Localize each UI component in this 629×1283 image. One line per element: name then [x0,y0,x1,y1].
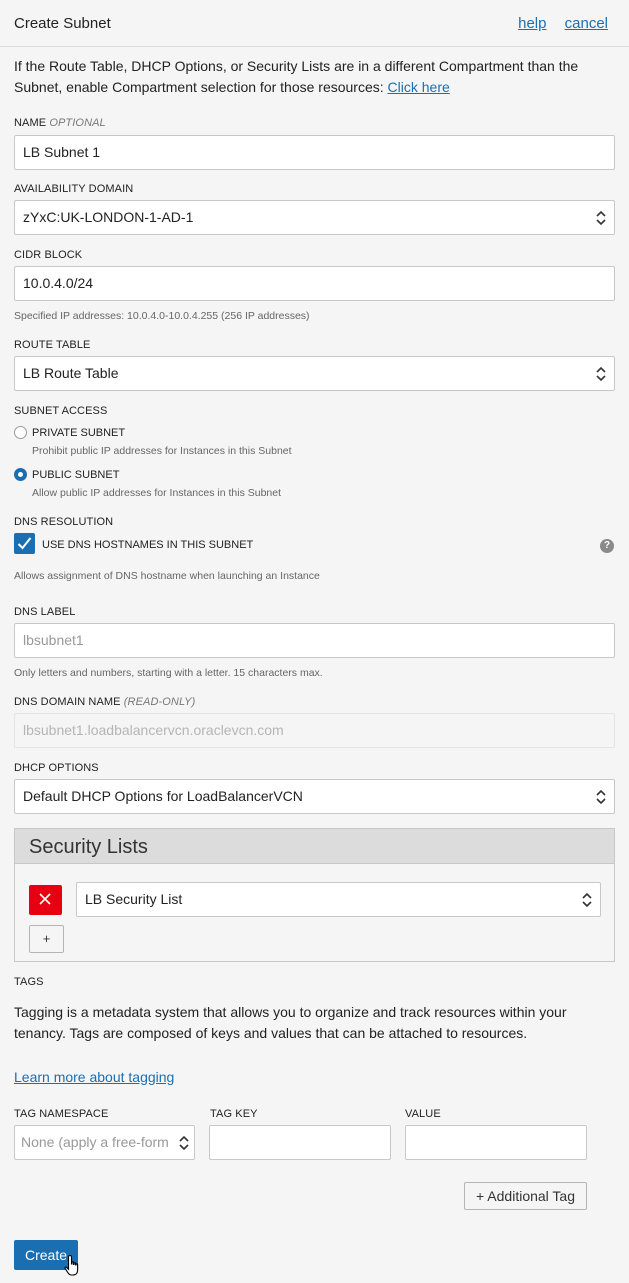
availability-domain-value: zYxC:UK-LONDON-1-AD-1 [23,209,194,225]
tags-label: TAGS [14,976,44,988]
private-subnet-help: Prohibit public IP addresses for Instanc… [32,445,292,457]
checkmark-icon [17,537,32,550]
dns-label-help: Only letters and numbers, starting with … [14,667,323,679]
help-question-icon[interactable]: ? [600,539,614,553]
cancel-link[interactable]: cancel [565,15,608,32]
dialog-title: Create Subnet [14,15,111,32]
dhcp-options-value: Default DHCP Options for LoadBalancerVCN [23,788,303,804]
availability-domain-select[interactable]: zYxC:UK-LONDON-1-AD-1 [14,200,615,235]
tag-namespace-value: None (apply a free-form [21,1134,169,1150]
route-table-label: ROUTE TABLE [14,339,91,351]
remove-security-list-button[interactable] [29,885,62,915]
security-lists-header: Security Lists [15,829,614,864]
learn-tagging-link[interactable]: Learn more about tagging [14,1069,174,1085]
dns-hostnames-label: USE DNS HOSTNAMES IN THIS SUBNET [42,539,254,551]
route-table-value: LB Route Table [23,365,119,381]
subnet-access-label: SUBNET ACCESS [14,405,108,417]
private-subnet-label: PRIVATE SUBNET [32,427,126,439]
add-security-list-button[interactable]: + [29,925,64,953]
tag-key-label: TAG KEY [210,1108,258,1120]
cidr-label: CIDR BLOCK [14,249,83,261]
name-label: NAME OPTIONAL [14,117,106,129]
public-subnet-radio[interactable] [14,468,27,481]
dns-domain-field: lbsubnet1.loadbalancervcn.oraclevcn.com [14,713,615,748]
tags-description: Tagging is a metadata system that allows… [14,1004,567,1041]
name-input[interactable]: LB Subnet 1 [14,135,615,170]
select-arrows-icon [596,209,606,227]
public-subnet-label: PUBLIC SUBNET [32,469,120,481]
dhcp-options-select[interactable]: Default DHCP Options for LoadBalancerVCN [14,779,615,814]
cidr-help: Specified IP addresses: 10.0.4.0-10.0.4.… [14,310,310,322]
compartment-intro: If the Route Table, DHCP Options, or Sec… [14,56,614,98]
tag-key-input[interactable] [209,1125,391,1160]
additional-tag-button[interactable]: + Additional Tag [464,1182,587,1210]
enable-compartment-link[interactable]: Click here [388,79,450,95]
tag-value-input[interactable] [405,1125,587,1160]
help-link[interactable]: help [518,15,546,32]
readonly-hint: (READ-ONLY) [123,696,196,708]
hand-cursor-icon [64,1254,82,1283]
tag-namespace-label: TAG NAMESPACE [14,1108,109,1120]
private-subnet-radio[interactable] [14,426,27,439]
select-arrows-icon [596,788,606,806]
name-label-text: NAME [14,117,47,129]
dialog-header: Create Subnet help cancel [0,0,629,47]
tag-namespace-select[interactable]: None (apply a free-form [14,1125,195,1160]
route-table-select[interactable]: LB Route Table [14,356,615,391]
dns-domain-label: DNS DOMAIN NAME (READ-ONLY) [14,696,195,708]
cidr-input[interactable]: 10.0.4.0/24 [14,266,615,301]
dns-resolution-help: Allows assignment of DNS hostname when l… [14,570,320,582]
public-subnet-help: Allow public IP addresses for Instances … [32,487,282,499]
dns-label-label: DNS LABEL [14,606,76,618]
tag-value-label: VALUE [405,1108,441,1120]
dns-hostnames-checkbox[interactable] [14,533,35,554]
select-arrows-icon [596,365,606,383]
close-icon [39,893,51,905]
select-arrows-icon [179,1134,189,1152]
dhcp-options-label: DHCP OPTIONS [14,762,99,774]
security-lists-title: Security Lists [29,836,148,858]
intro-text: If the Route Table, DHCP Options, or Sec… [14,58,579,95]
header-links: help cancel [504,15,608,32]
optional-hint: OPTIONAL [49,117,106,129]
dns-label-input[interactable]: lbsubnet1 [14,623,615,658]
security-list-select[interactable]: LB Security List [76,882,601,917]
dns-resolution-label: DNS RESOLUTION [14,516,114,528]
select-arrows-icon [582,891,592,909]
security-list-value: LB Security List [85,891,183,907]
security-lists-panel: Security Lists LB Security List + [14,828,615,962]
dns-domain-label-text: DNS DOMAIN NAME [14,696,121,708]
availability-domain-label: AVAILABILITY DOMAIN [14,183,134,195]
